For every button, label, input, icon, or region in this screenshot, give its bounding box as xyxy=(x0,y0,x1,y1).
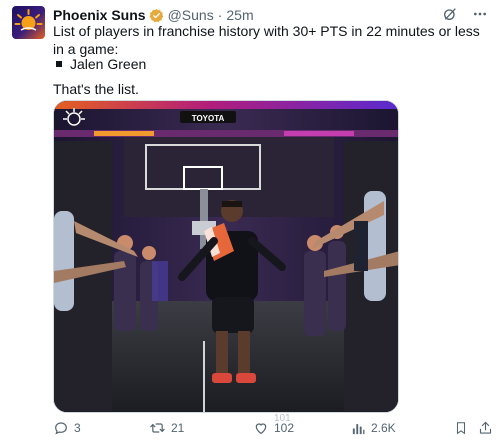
bullet-square-icon xyxy=(56,61,62,67)
list-item-text: Jalen Green xyxy=(70,56,147,72)
verified-badge-icon[interactable] xyxy=(149,8,164,23)
tweet-actions: 3 21 101 102 2.6K xyxy=(53,413,493,438)
reply-count: 3 xyxy=(74,421,81,435)
tweet-media-photo[interactable]: TOYOTA xyxy=(53,100,399,413)
like-count-prev: 101 xyxy=(274,413,291,424)
retweet-icon xyxy=(150,423,165,433)
views-count: 2.6K xyxy=(371,421,396,435)
header-actions xyxy=(442,6,488,22)
grok-icon[interactable] xyxy=(442,6,458,22)
retweet-count: 21 xyxy=(171,421,185,435)
bookmark-icon xyxy=(456,422,466,435)
reply-icon xyxy=(55,422,67,435)
list-item: Jalen Green xyxy=(53,55,146,73)
suns-logo-icon xyxy=(14,9,43,31)
views-button[interactable]: 2.6K xyxy=(351,421,396,436)
retweet-button[interactable]: 21 xyxy=(149,420,184,436)
views-icon xyxy=(352,423,365,434)
share-icon xyxy=(479,421,492,434)
tweet-text-intro: List of players in franchise history wit… xyxy=(53,23,480,57)
more-icon[interactable] xyxy=(472,6,488,22)
heart-icon xyxy=(255,423,267,435)
share-button[interactable] xyxy=(478,420,493,436)
reply-button[interactable]: 3 xyxy=(53,420,81,436)
scoreboard-text: TOYOTA xyxy=(192,114,225,123)
arena-photo: TOYOTA xyxy=(54,101,398,412)
tweet-closing-text: That's the list. xyxy=(53,81,139,97)
like-button[interactable]: 101 102 xyxy=(253,413,294,436)
tweet[interactable]: Phoenix Suns @Suns · 25m List of players… xyxy=(0,0,500,440)
avatar[interactable] xyxy=(12,6,45,39)
bookmark-button[interactable] xyxy=(454,420,468,436)
like-count-wrap: 101 102 xyxy=(274,413,294,434)
tweet-text: List of players in franchise history wit… xyxy=(53,22,483,58)
